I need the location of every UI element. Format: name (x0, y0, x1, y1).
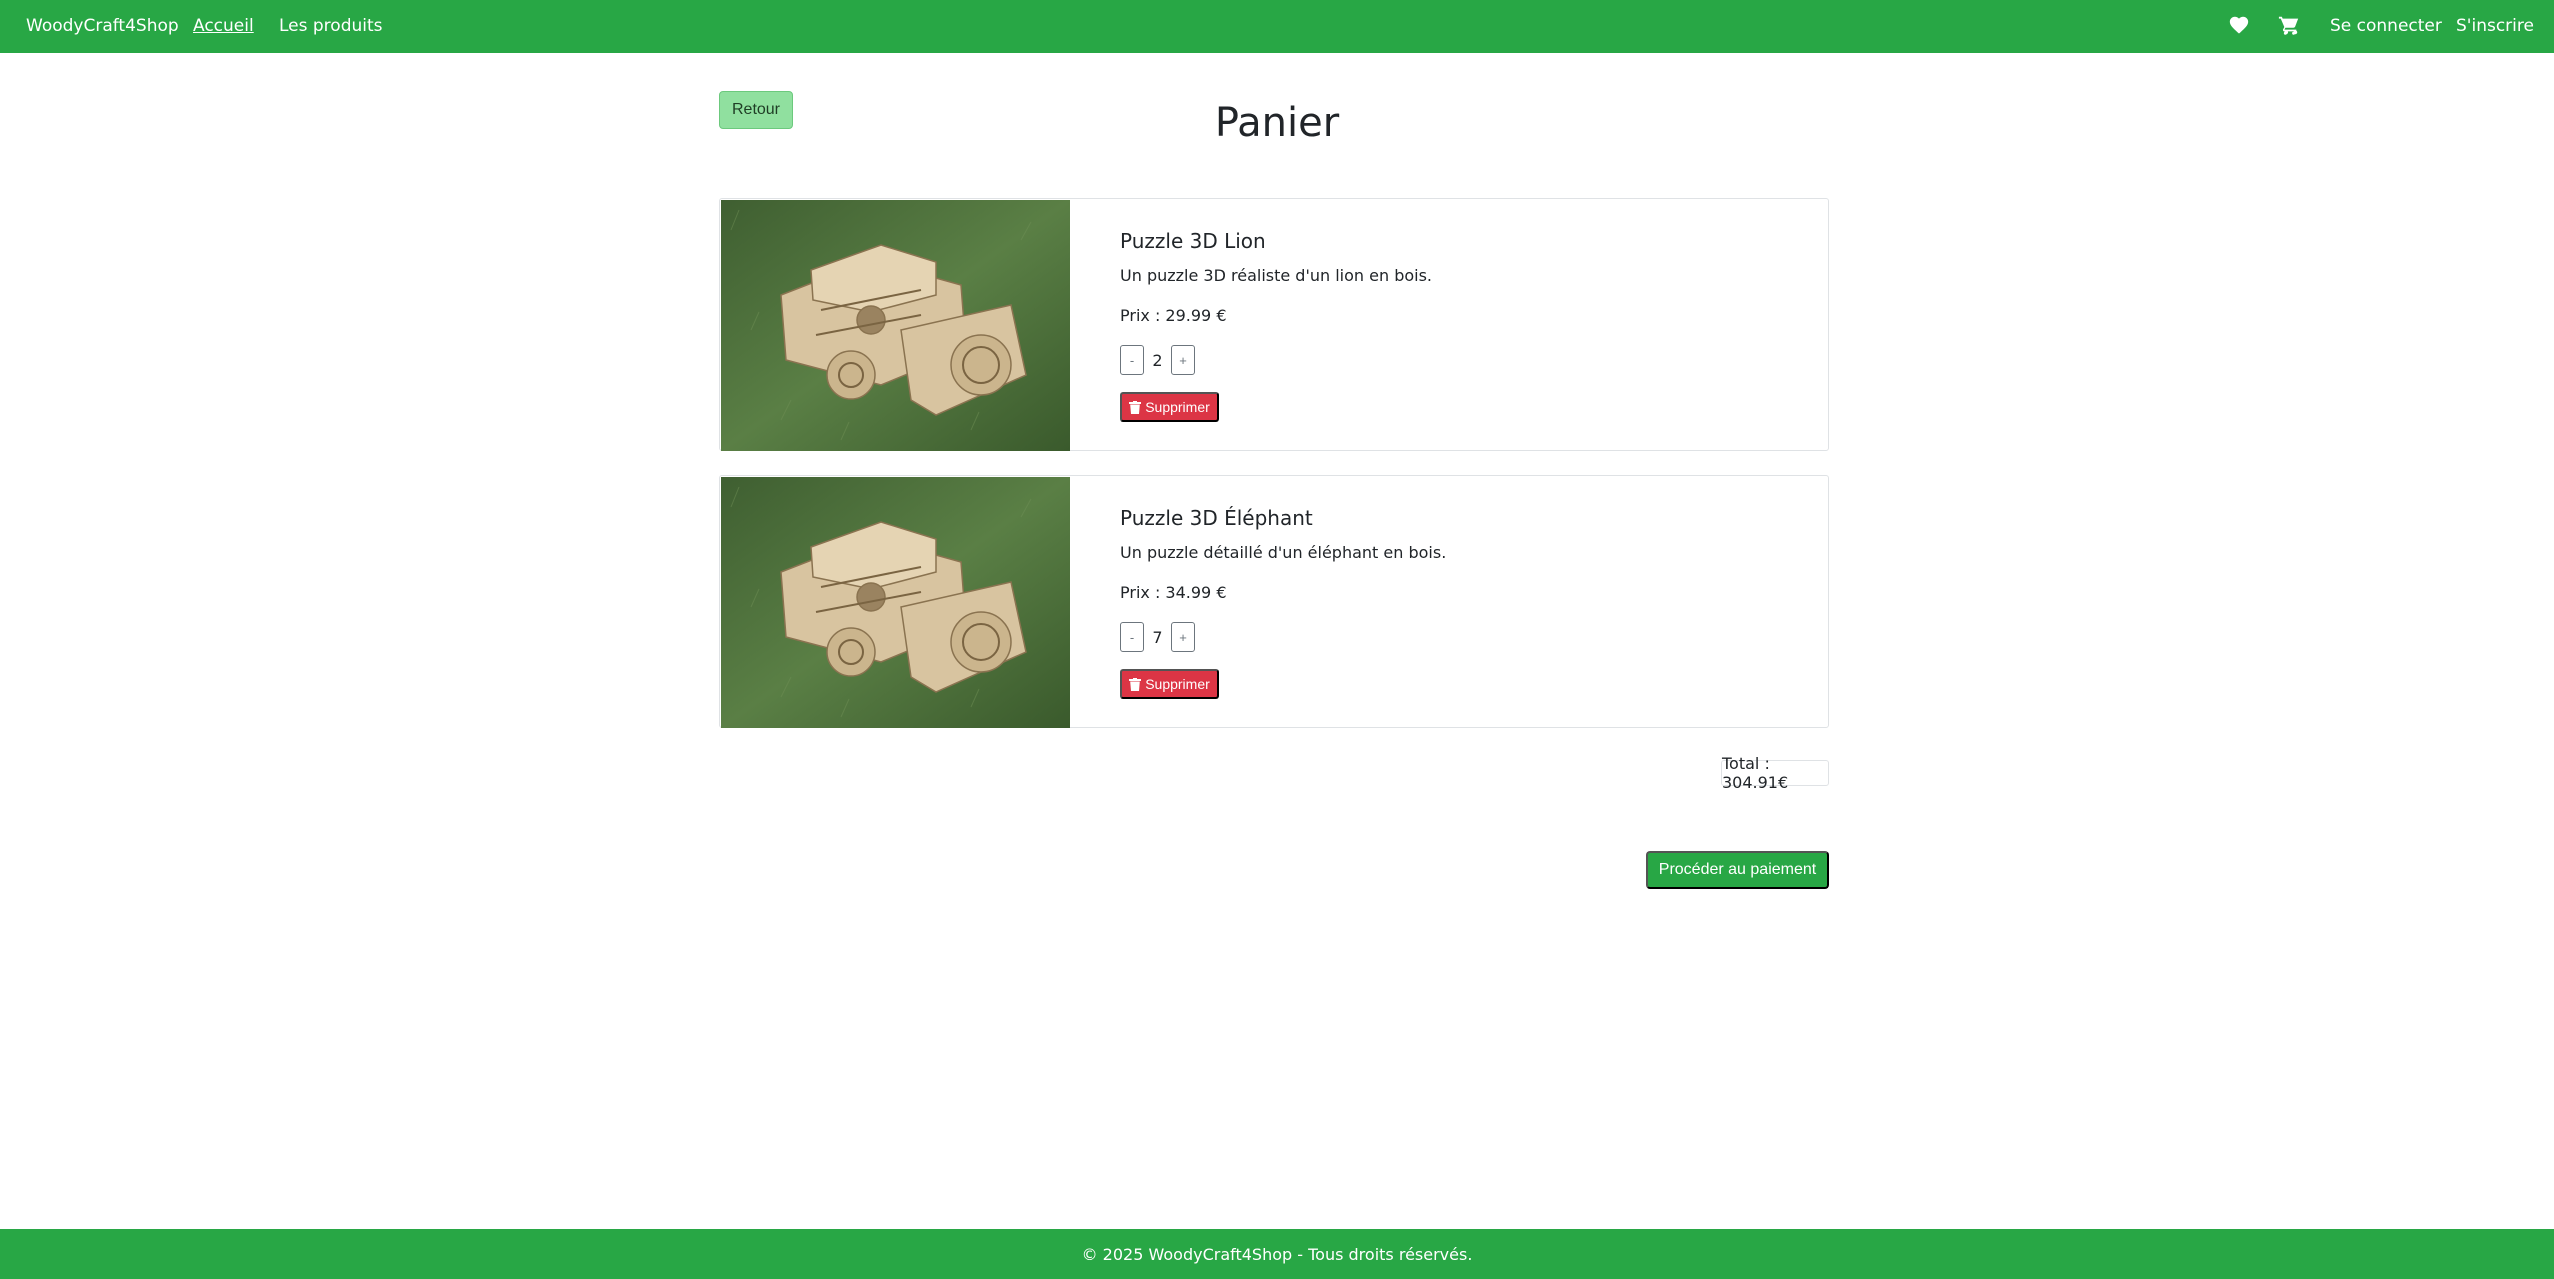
product-name: Puzzle 3D Éléphant (1120, 506, 1313, 530)
navbar: WoodyCraft4Shop Accueil Les produits Se … (0, 0, 2554, 53)
footer: © 2025 WoodyCraft4Shop - Tous droits rés… (0, 1229, 2554, 1279)
footer-text: © 2025 WoodyCraft4Shop - Tous droits rés… (1081, 1244, 1473, 1264)
heart-icon[interactable] (2228, 14, 2250, 36)
login-link[interactable]: Se connecter (2330, 16, 2442, 36)
cart-total: Total : 304.91€ (1721, 754, 1829, 792)
trash-icon (1129, 400, 1142, 414)
signup-link[interactable]: S'inscrire (2456, 16, 2534, 36)
cart-icon[interactable] (2278, 14, 2300, 36)
quantity-value: 2 (1152, 350, 1163, 370)
product-description: Un puzzle 3D réaliste d'un lion en bois. (1120, 266, 1433, 285)
cart-item: Puzzle 3D Éléphant Un puzzle détaillé d'… (719, 475, 1829, 728)
product-price: Prix : 29.99 € (1120, 306, 1227, 325)
nav-link-products[interactable]: Les produits (279, 16, 383, 36)
delete-label: Supprimer (1145, 399, 1210, 415)
increase-quantity-button[interactable]: + (1171, 345, 1195, 375)
brand-link[interactable]: WoodyCraft4Shop (26, 16, 179, 36)
product-image (721, 477, 1070, 728)
delete-button[interactable]: Supprimer (1120, 392, 1219, 422)
delete-button[interactable]: Supprimer (1120, 669, 1219, 699)
delete-label: Supprimer (1145, 676, 1210, 692)
nav-link-home[interactable]: Accueil (193, 16, 254, 36)
quantity-stepper: - 2 + (1120, 345, 1195, 375)
product-name: Puzzle 3D Lion (1120, 229, 1266, 253)
cart-item: Puzzle 3D Lion Un puzzle 3D réaliste d'u… (719, 198, 1829, 451)
decrease-quantity-button[interactable]: - (1120, 622, 1144, 652)
increase-quantity-button[interactable]: + (1171, 622, 1195, 652)
decrease-quantity-button[interactable]: - (1120, 345, 1144, 375)
checkout-button[interactable]: Procéder au paiement (1646, 851, 1829, 889)
product-price: Prix : 34.99 € (1120, 583, 1227, 602)
quantity-stepper: - 7 + (1120, 622, 1195, 652)
product-description: Un puzzle détaillé d'un éléphant en bois… (1120, 543, 1447, 562)
page-title: Panier (1214, 100, 1340, 146)
trash-icon (1129, 677, 1142, 691)
quantity-value: 7 (1152, 627, 1163, 647)
product-image (721, 200, 1070, 451)
